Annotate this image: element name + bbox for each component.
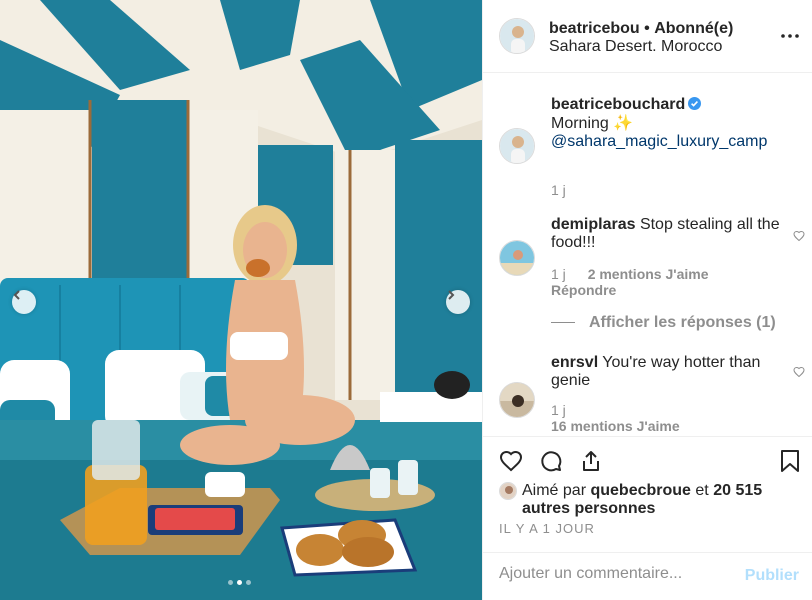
comment-likes-line: 16 mentions J'aime <box>551 418 680 434</box>
add-comment-bar: Publier <box>483 552 812 600</box>
photo-illustration <box>0 0 482 600</box>
comment-username[interactable]: enrsvl <box>551 354 598 371</box>
like-heart-icon[interactable] <box>499 449 523 473</box>
likes-prefix: Aimé par <box>522 482 587 499</box>
avatar-image <box>500 129 534 163</box>
comment-bubble-icon[interactable] <box>539 449 563 473</box>
view-replies-label: Afficher les réponses (1) <box>589 314 776 331</box>
carousel-dot-active <box>237 580 242 585</box>
author-avatar[interactable] <box>499 18 535 54</box>
post-header: beatricebou • Abonné(e) Sahara Desert. M… <box>483 0 812 73</box>
carousel-indicator <box>228 580 251 585</box>
likes-user[interactable]: quebecbroue <box>590 482 690 499</box>
caption-username[interactable]: beatricebouchard <box>551 96 685 113</box>
comment-input[interactable] <box>499 565 729 583</box>
avatar-image <box>500 19 534 53</box>
author-username[interactable]: beatricebou <box>549 20 640 37</box>
caption-time[interactable]: 1 j <box>551 182 566 198</box>
header-user-line: beatricebou • Abonné(e) <box>549 20 733 38</box>
carousel-dot <box>228 580 233 585</box>
caption-body: Morning ✨ <box>551 115 634 132</box>
comment-time[interactable]: 1 j <box>551 402 566 418</box>
verified-badge-icon <box>688 97 702 115</box>
comment-likes[interactable]: 16 mentions J'aime <box>551 418 680 434</box>
comment-text: demiplaras Stop stealing all the food!!! <box>551 216 791 252</box>
commenter-avatar[interactable] <box>499 382 535 418</box>
caption-mention[interactable]: @sahara_magic_luxury_camp <box>551 133 767 150</box>
reply-label: Répondre <box>551 282 617 298</box>
chevron-right-icon <box>448 290 455 300</box>
comment-username[interactable]: demiplaras <box>551 216 635 233</box>
post-location[interactable]: Sahara Desert. Morocco <box>549 38 722 56</box>
chevron-left-icon <box>13 290 20 300</box>
view-replies-button[interactable]: Afficher les réponses (1) <box>551 314 776 332</box>
publish-button[interactable]: Publier <box>745 567 799 585</box>
comments-list[interactable]: beatricebouchard Morning ✨ @sahara_magic… <box>483 74 812 436</box>
post-side-panel: beatricebou • Abonné(e) Sahara Desert. M… <box>482 0 812 600</box>
comment-likes[interactable]: 2 mentions J'aime <box>588 266 709 282</box>
replies-divider <box>551 322 575 324</box>
share-icon[interactable] <box>579 449 603 473</box>
comment-time[interactable]: 1 j <box>551 266 566 282</box>
author-avatar[interactable] <box>499 128 535 164</box>
post-actions-bar <box>483 436 812 484</box>
avatar-image <box>500 241 534 275</box>
comment-like-heart-icon[interactable] <box>793 366 805 378</box>
follow-status[interactable]: Abonné(e) <box>654 20 733 37</box>
post-timestamp[interactable]: IL Y A 1 JOUR <box>499 521 595 536</box>
comment-like-heart-icon[interactable] <box>793 230 805 242</box>
bookmark-icon[interactable] <box>779 449 801 473</box>
likes-connector: et <box>695 482 709 499</box>
caption-text: beatricebouchard Morning ✨ @sahara_magic… <box>551 96 791 151</box>
ellipsis-icon <box>781 34 799 38</box>
previous-photo-button[interactable] <box>12 290 36 314</box>
reply-button[interactable]: Répondre <box>551 282 616 298</box>
avatar-image <box>500 383 534 417</box>
header-separator: • <box>644 20 650 37</box>
next-photo-button[interactable] <box>446 290 470 314</box>
likes-text: Aimé par quebecbroue et 20 515 autres pe… <box>499 482 809 518</box>
more-options-button[interactable] <box>781 25 799 43</box>
likes-summary: Aimé par quebecbroue et 20 515 autres pe… <box>499 482 809 518</box>
comment-meta: 1 j 2 mentions J'aime <box>551 266 709 282</box>
post-photo[interactable] <box>0 0 482 600</box>
carousel-dot <box>246 580 251 585</box>
commenter-avatar[interactable] <box>499 240 535 276</box>
liker-avatar[interactable] <box>499 482 517 500</box>
comment-text: enrsvl You're way hotter than genie <box>551 354 791 390</box>
